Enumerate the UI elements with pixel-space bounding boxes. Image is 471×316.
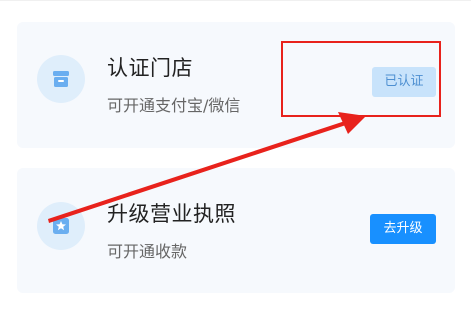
annotation-highlight-box — [281, 41, 441, 117]
business-license-subtitle: 可开通收款 — [107, 242, 188, 261]
upgrade-button[interactable]: 去升级 — [370, 214, 436, 244]
license-star-icon — [37, 202, 85, 250]
top-divider — [0, 0, 471, 1]
business-license-title: 升级营业执照 — [107, 202, 236, 226]
store-verification-title: 认证门店 — [107, 56, 193, 80]
store-verification-subtitle: 可开通支付宝/微信 — [107, 96, 241, 115]
business-license-card: 升级营业执照 可开通收款 去升级 — [17, 168, 455, 293]
store-icon — [37, 55, 85, 103]
